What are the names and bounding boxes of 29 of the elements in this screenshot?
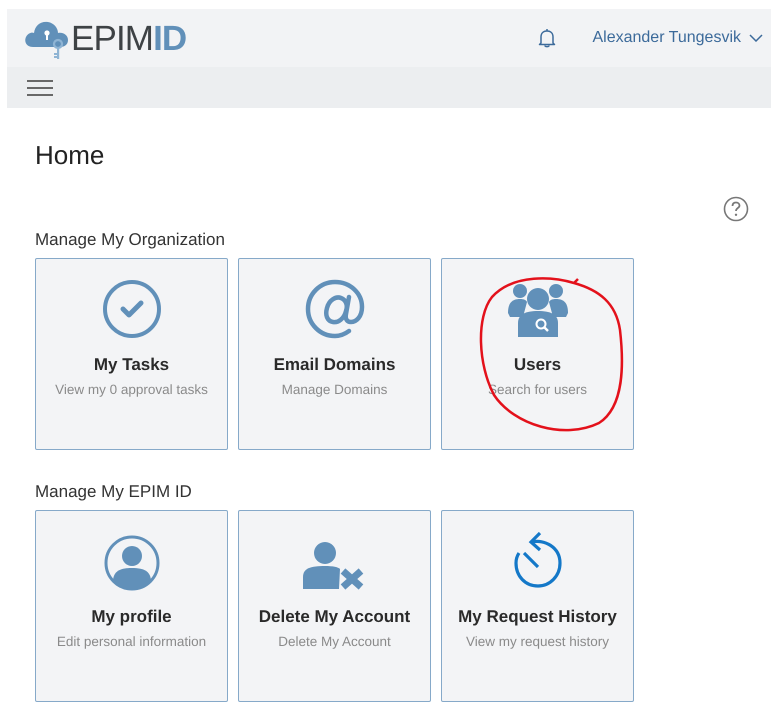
- tile-title: My Tasks: [92, 354, 170, 376]
- at-sign-icon: [304, 279, 364, 339]
- user-group-search-icon: [508, 283, 568, 339]
- check-circle-icon: [102, 279, 162, 339]
- tile-card[interactable]: Delete My Account Delete My Account: [238, 510, 431, 702]
- tile-title: Users: [512, 354, 562, 376]
- logo-wordmark: EPIMID: [71, 20, 186, 56]
- tile-subtitle: Manage Domains: [282, 381, 388, 399]
- page-title: Home: [35, 142, 106, 168]
- user-menu[interactable]: Alexander Tungesvik: [592, 26, 763, 50]
- tile-subtitle: Delete My Account: [278, 633, 391, 651]
- tile-subtitle: Edit personal information: [56, 633, 206, 651]
- menu-icon[interactable]: [27, 78, 53, 96]
- chevron-down-icon: [749, 34, 763, 42]
- tile-title: My profile: [90, 606, 173, 628]
- section-heading: Manage My EPIM ID: [35, 483, 193, 500]
- tile-title: Delete My Account: [258, 606, 412, 628]
- tile-title: Email Domains: [272, 354, 396, 376]
- tile-card[interactable]: My profile Edit personal information: [35, 510, 228, 702]
- tile-subtitle: View my 0 approval tasks: [55, 381, 208, 399]
- tile-title: My Request History: [457, 606, 618, 628]
- help-icon[interactable]: [723, 196, 749, 222]
- notification-bell-icon[interactable]: [538, 28, 556, 48]
- tile-subtitle: View my request history: [466, 633, 610, 651]
- tile-card[interactable]: My Tasks View my 0 approval tasks: [35, 258, 228, 450]
- tile-card[interactable]: Email Domains Manage Domains: [238, 258, 431, 450]
- user-avatar-icon: [104, 535, 160, 591]
- tile-card[interactable]: My Request History View my request history: [441, 510, 634, 702]
- section-heading: Manage My Organization: [35, 231, 226, 248]
